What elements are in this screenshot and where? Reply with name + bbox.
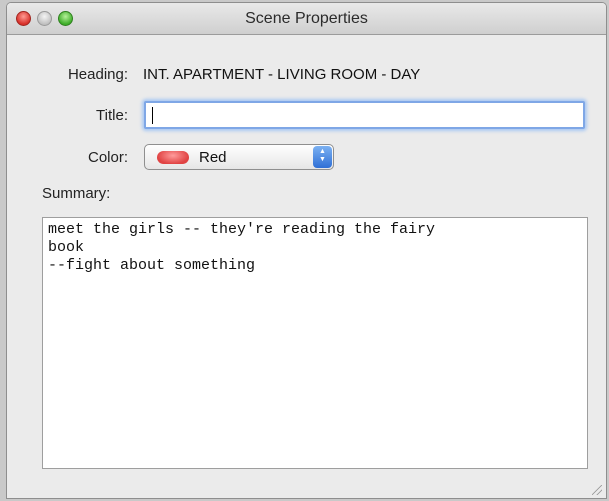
summary-label: Summary:: [42, 185, 111, 202]
title-label: Title:: [96, 107, 128, 124]
resize-grip-icon[interactable]: [592, 485, 602, 495]
color-swatch: [157, 151, 189, 164]
chevron-up-down-icon[interactable]: ▲ ▼: [313, 146, 332, 168]
color-select[interactable]: Red ▲ ▼: [144, 144, 334, 170]
text-caret: [152, 107, 153, 124]
color-select-value: Red: [199, 149, 227, 166]
scene-properties-window: Scene Properties Heading: INT. APARTMENT…: [6, 2, 607, 499]
title-bar[interactable]: Scene Properties: [7, 3, 606, 35]
summary-textarea[interactable]: meet the girls -- they're reading the fa…: [42, 217, 588, 469]
heading-value: INT. APARTMENT - LIVING ROOM - DAY: [143, 66, 421, 83]
color-label: Color:: [87, 149, 128, 166]
heading-label: Heading:: [67, 66, 128, 83]
window-title: Scene Properties: [245, 10, 368, 27]
title-input[interactable]: [144, 101, 585, 129]
